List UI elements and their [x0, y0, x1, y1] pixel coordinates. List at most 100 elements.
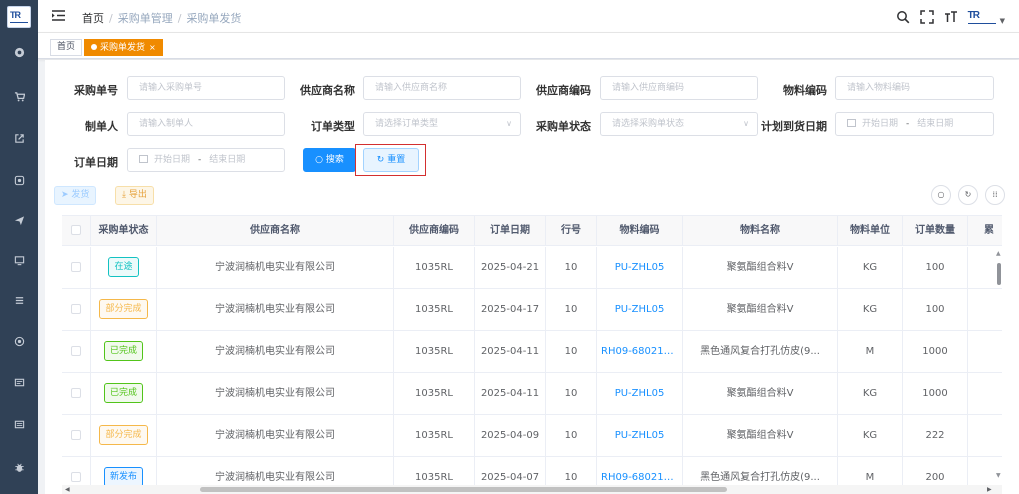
- sidebar: TR: [0, 0, 38, 494]
- status-badge: 已完成: [103, 341, 143, 361]
- table-cell: 2025-04-11: [475, 331, 546, 373]
- table-cell: 1035RL: [394, 373, 475, 415]
- search-button-label: 搜索: [325, 155, 344, 165]
- order-date-range[interactable]: 开始日期 - 结束日期: [127, 148, 285, 172]
- row-checkbox[interactable]: [62, 373, 91, 415]
- refresh-button[interactable]: ↻: [958, 185, 978, 205]
- order-status-label: 采购单状态: [536, 120, 591, 133]
- toggle-search-button[interactable]: ○: [931, 185, 951, 205]
- scroll-up-icon[interactable]: ▲: [996, 250, 1001, 257]
- table-cell: 1035RL: [394, 331, 475, 373]
- order-date-label: 订单日期: [74, 156, 118, 169]
- table-cell: 黑色通风复合打孔仿皮(9...: [683, 331, 838, 373]
- planned-date-range[interactable]: 开始日期 - 结束日期: [835, 112, 994, 136]
- send-button-label: 发货: [71, 190, 90, 200]
- hamburger-icon[interactable]: [52, 10, 65, 21]
- grid-icon: ⁞⁞: [992, 190, 998, 199]
- sidebar-item-monitor[interactable]: [0, 250, 38, 270]
- table-row[interactable]: 部分完成 宁波润楠机电实业有限公司 1035RL 2025-04-09 10 PU-ZHL…: [62, 415, 1002, 457]
- table-cell: 宁波润楠机电实业有限公司: [157, 457, 394, 485]
- table-row[interactable]: 部分完成 宁波润楠机电实业有限公司 1035RL 2025-04-17 10 PU-ZHL…: [62, 289, 1002, 331]
- calendar-icon: [847, 119, 856, 127]
- table-row[interactable]: 在途 宁波润楠机电实业有限公司 1035RL 2025-04-21 10 PU-ZHL05…: [62, 247, 1002, 289]
- close-icon[interactable]: ×: [149, 43, 156, 52]
- table-cell: 宁波润楠机电实业有限公司: [157, 247, 394, 289]
- horizontal-scrollbar[interactable]: ◀ ▶: [62, 485, 1002, 494]
- sidebar-item-external[interactable]: [0, 128, 38, 148]
- material-code-link[interactable]: PU-ZHL05: [597, 415, 683, 457]
- row-checkbox[interactable]: [62, 457, 91, 485]
- column-header: 订单数量: [903, 216, 968, 246]
- material-code-link[interactable]: PU-ZHL05: [597, 373, 683, 415]
- sidebar-item-list[interactable]: [0, 290, 38, 310]
- order-status-select[interactable]: 请选择采购单状态 ∨: [600, 112, 758, 136]
- sidebar-item-card[interactable]: [0, 372, 38, 392]
- table-cell: 黑色通风复合打孔仿皮(9...: [683, 457, 838, 485]
- column-header: 订单日期: [475, 216, 546, 246]
- creator-input[interactable]: 请输入制单人: [127, 112, 285, 136]
- table-cell: 1035RL: [394, 457, 475, 485]
- scroll-down-icon[interactable]: ▼: [996, 472, 1001, 479]
- supplier-code-input[interactable]: 请输入供应商编码: [600, 76, 758, 100]
- tab-home[interactable]: 首页: [50, 39, 83, 56]
- order-type-select[interactable]: 请选择订单类型 ∨: [363, 112, 521, 136]
- font-size-icon[interactable]: [944, 10, 958, 24]
- column-header: 累: [968, 216, 1002, 246]
- table-cell: 2025-04-17: [475, 289, 546, 331]
- table-row[interactable]: 已完成 宁波润楠机电实业有限公司 1035RL 2025-04-11 10 RH09-68…: [62, 331, 1002, 373]
- table-cell: 宁波润楠机电实业有限公司: [157, 373, 394, 415]
- horizontal-scroll-thumb[interactable]: [200, 487, 727, 492]
- status-cell: 新发布: [91, 457, 157, 485]
- sidebar-item-send[interactable]: [0, 210, 38, 230]
- supplier-name-label: 供应商名称: [300, 84, 355, 97]
- export-button[interactable]: ⤓ 导出: [115, 186, 154, 205]
- sidebar-item-shopping[interactable]: [0, 86, 38, 106]
- table-cell: KG: [838, 289, 903, 331]
- sidebar-item-document[interactable]: [0, 414, 38, 434]
- vertical-scroll-thumb[interactable]: [997, 263, 1001, 285]
- creator-label: 制单人: [85, 120, 118, 133]
- fullscreen-icon[interactable]: [919, 10, 934, 24]
- search-button[interactable]: ○ 搜索: [303, 148, 356, 172]
- scroll-right-icon[interactable]: ▶: [987, 485, 992, 494]
- table-row[interactable]: 新发布 宁波润楠机电实业有限公司 1035RL 2025-04-07 10 RH09-68…: [62, 457, 1002, 485]
- status-badge: 部分完成: [99, 425, 148, 445]
- table-cell: KG: [838, 373, 903, 415]
- table-header: 采购单状态 供应商名称 供应商编码 订单日期 行号 物料编码 物料名称 物料单位…: [62, 216, 1002, 246]
- sidebar-item-module[interactable]: [0, 170, 38, 190]
- status-badge: 已完成: [103, 383, 143, 403]
- row-checkbox[interactable]: [62, 247, 91, 289]
- creator-placeholder: 请输入制单人: [139, 119, 194, 129]
- breadcrumb-home[interactable]: 首页: [82, 12, 104, 25]
- row-checkbox[interactable]: [62, 331, 91, 373]
- search-icon[interactable]: [896, 10, 910, 24]
- select-all-checkbox[interactable]: [62, 216, 91, 246]
- sidebar-item-dashboard[interactable]: [0, 42, 38, 62]
- columns-button[interactable]: ⁞⁞: [985, 185, 1005, 205]
- table-cell: 10: [546, 331, 597, 373]
- order-no-input[interactable]: 请输入采购单号: [127, 76, 285, 100]
- send-button[interactable]: ➤ 发货: [54, 186, 97, 205]
- material-code-link[interactable]: PU-ZHL05: [597, 289, 683, 331]
- search-icon: ○: [937, 190, 945, 199]
- tab-purchase-delivery[interactable]: 采购单发货 ×: [84, 39, 163, 56]
- material-code-link[interactable]: RH09-68021120: [597, 331, 683, 373]
- avatar[interactable]: TR: [967, 8, 996, 26]
- vertical-scrollbar[interactable]: ▲ ▼: [995, 247, 1003, 485]
- caret-down-icon[interactable]: ▼: [1000, 17, 1005, 25]
- row-checkbox[interactable]: [62, 415, 91, 457]
- logo[interactable]: TR: [7, 6, 31, 28]
- supplier-name-input[interactable]: 请输入供应商名称: [363, 76, 521, 100]
- sidebar-item-bug[interactable]: [0, 457, 38, 477]
- sidebar-item-settings[interactable]: [0, 331, 38, 351]
- table-row[interactable]: 已完成 宁波润楠机电实业有限公司 1035RL 2025-04-11 10 PU-ZHL0…: [62, 373, 1002, 415]
- material-code-link[interactable]: PU-ZHL05: [597, 247, 683, 289]
- scroll-left-icon[interactable]: ◀: [65, 485, 70, 494]
- chevron-down-icon: ∨: [743, 119, 749, 128]
- row-checkbox[interactable]: [62, 289, 91, 331]
- material-code-input[interactable]: 请输入物料编码: [835, 76, 994, 100]
- material-code-link[interactable]: RH09-68021120: [597, 457, 683, 485]
- material-code-label: 物料编码: [783, 84, 827, 97]
- column-header: 物料单位: [838, 216, 903, 246]
- table-cell: 2025-04-07: [475, 457, 546, 485]
